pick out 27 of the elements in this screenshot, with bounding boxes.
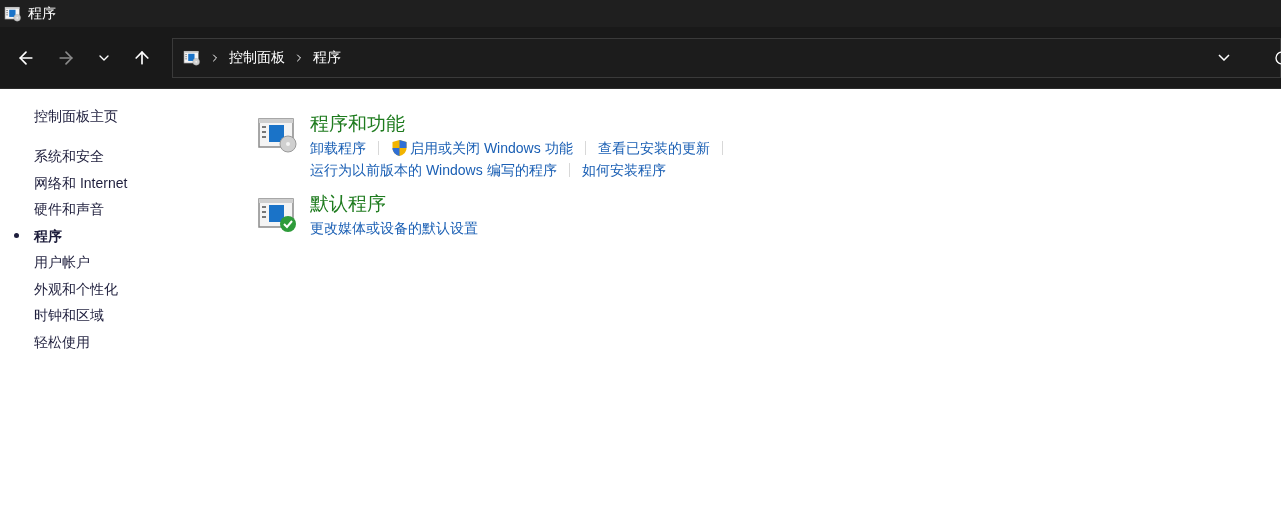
sidebar-item[interactable]: 轻松使用: [0, 331, 258, 358]
section-heading[interactable]: 程序和功能: [310, 111, 735, 137]
task-link[interactable]: 卸载程序: [310, 137, 366, 159]
sidebar-link[interactable]: 控制面板主页: [0, 106, 258, 127]
chevron-down-icon: [1218, 54, 1230, 61]
address-bar[interactable]: 控制面板 程序: [172, 37, 1281, 78]
programs-disc-icon: [258, 116, 298, 154]
task-link[interactable]: 更改媒体或设备的默认设置: [310, 217, 478, 239]
section-heading[interactable]: 默认程序: [310, 191, 478, 217]
task-link[interactable]: 启用或关闭 Windows 功能: [391, 137, 573, 159]
sidebar-item[interactable]: 硬件和声音: [0, 199, 258, 226]
sidebar-item[interactable]: 外观和个性化: [0, 278, 258, 305]
control-panel-icon: [183, 49, 201, 66]
sidebar-item[interactable]: 系统和安全: [0, 146, 258, 173]
control-panel-icon: [4, 5, 22, 22]
task-link[interactable]: 查看已安装的更新: [597, 137, 710, 159]
window-title: 程序: [28, 4, 56, 23]
breadcrumb-item[interactable]: 控制面板: [229, 47, 285, 68]
sidebar-item[interactable]: 网络和 Internet: [0, 172, 258, 199]
task-link[interactable]: 运行为以前版本的 Windows 编写的程序: [310, 159, 557, 181]
sidebar-item[interactable]: 程序: [0, 225, 258, 252]
default-programs-check-icon: [258, 196, 298, 234]
sidebar-item[interactable]: 时钟和区域: [0, 305, 258, 332]
shield-icon: [391, 139, 408, 157]
breadcrumb-item[interactable]: 程序: [313, 47, 341, 68]
task-link[interactable]: 如何安装程序: [581, 159, 666, 181]
sidebar-item[interactable]: 用户帐户: [0, 252, 258, 279]
